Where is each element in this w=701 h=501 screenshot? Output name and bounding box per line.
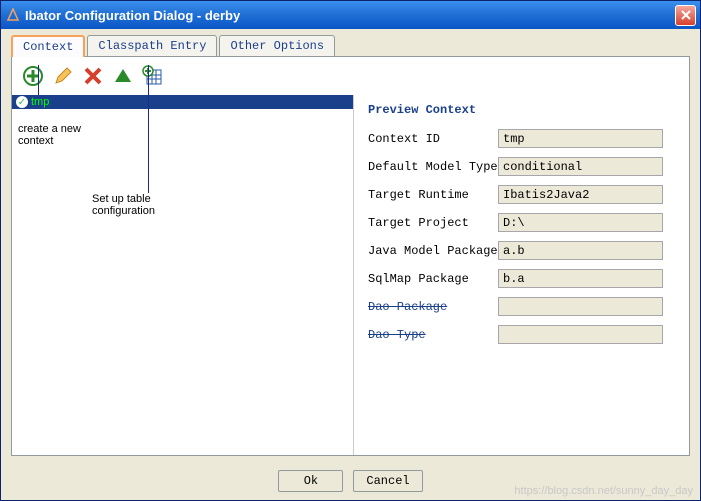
form-row: Dao Package xyxy=(368,297,675,316)
form-input[interactable] xyxy=(498,325,663,344)
cancel-button[interactable]: Cancel xyxy=(353,470,422,492)
tab-classpath-entry[interactable]: Classpath Entry xyxy=(87,35,217,56)
check-icon: ✓ xyxy=(16,96,28,108)
form-row: Default Model Type xyxy=(368,157,675,176)
form-input[interactable] xyxy=(498,185,663,204)
annotation-table-config: Set up table configuration xyxy=(92,193,155,217)
pencil-icon xyxy=(53,66,73,86)
tree-item-label: tmp xyxy=(31,96,49,108)
annotation-create-context: create a new context xyxy=(18,123,81,147)
ok-button[interactable]: Ok xyxy=(278,470,343,492)
triangle-up-icon xyxy=(113,66,133,86)
form-label: SqlMap Package xyxy=(368,272,498,286)
form-row: Context ID xyxy=(368,129,675,148)
form-label: Target Project xyxy=(368,216,498,230)
form-label: Default Model Type xyxy=(368,160,498,174)
plus-circle-icon xyxy=(22,65,44,87)
table-config-button[interactable] xyxy=(140,63,166,89)
form-input[interactable] xyxy=(498,269,663,288)
app-icon xyxy=(5,7,21,23)
form-row: Target Project xyxy=(368,213,675,232)
close-icon xyxy=(681,10,691,20)
annotation-line-1 xyxy=(38,65,39,95)
form-label: Dao Package xyxy=(368,300,498,314)
form-label: Target Runtime xyxy=(368,188,498,202)
close-button[interactable] xyxy=(675,5,696,26)
tab-context[interactable]: Context xyxy=(11,35,85,57)
form-row: Java Model Package xyxy=(368,241,675,260)
annotation-line-2 xyxy=(148,65,149,193)
edit-button[interactable] xyxy=(50,63,76,89)
tree-item-tmp[interactable]: ✓ tmp xyxy=(12,95,353,109)
main-split: ✓ tmp create a new context Set up table … xyxy=(12,95,689,455)
watermark: https://blog.csdn.net/sunny_day_day xyxy=(514,485,693,497)
add-context-button[interactable] xyxy=(20,63,46,89)
tab-other-options[interactable]: Other Options xyxy=(219,35,335,56)
titlebar[interactable]: Ibator Configuration Dialog - derby xyxy=(1,1,700,29)
form-input[interactable] xyxy=(498,157,663,176)
window-title: Ibator Configuration Dialog - derby xyxy=(25,8,240,23)
form-row: SqlMap Package xyxy=(368,269,675,288)
form-row: Target Runtime xyxy=(368,185,675,204)
tree-pane: ✓ tmp create a new context Set up table … xyxy=(12,95,354,455)
toolbar xyxy=(12,57,689,95)
tab-bar: Context Classpath Entry Other Options xyxy=(1,29,700,56)
form-label: Dao Type xyxy=(368,328,498,342)
form-label: Context ID xyxy=(368,132,498,146)
form-input[interactable] xyxy=(498,129,663,148)
preview-title: Preview Context xyxy=(368,103,675,117)
content-area: ✓ tmp create a new context Set up table … xyxy=(11,56,690,456)
form-row: Dao Type xyxy=(368,325,675,344)
form-input[interactable] xyxy=(498,213,663,232)
delete-button[interactable] xyxy=(80,63,106,89)
form-input[interactable] xyxy=(498,241,663,260)
table-plus-icon xyxy=(142,65,164,87)
up-button[interactable] xyxy=(110,63,136,89)
dialog-window: Ibator Configuration Dialog - derby Cont… xyxy=(0,0,701,501)
form-input[interactable] xyxy=(498,297,663,316)
preview-pane: Preview Context Context ID Default Model … xyxy=(354,95,689,455)
x-icon xyxy=(83,66,103,86)
form-label: Java Model Package xyxy=(368,244,498,258)
